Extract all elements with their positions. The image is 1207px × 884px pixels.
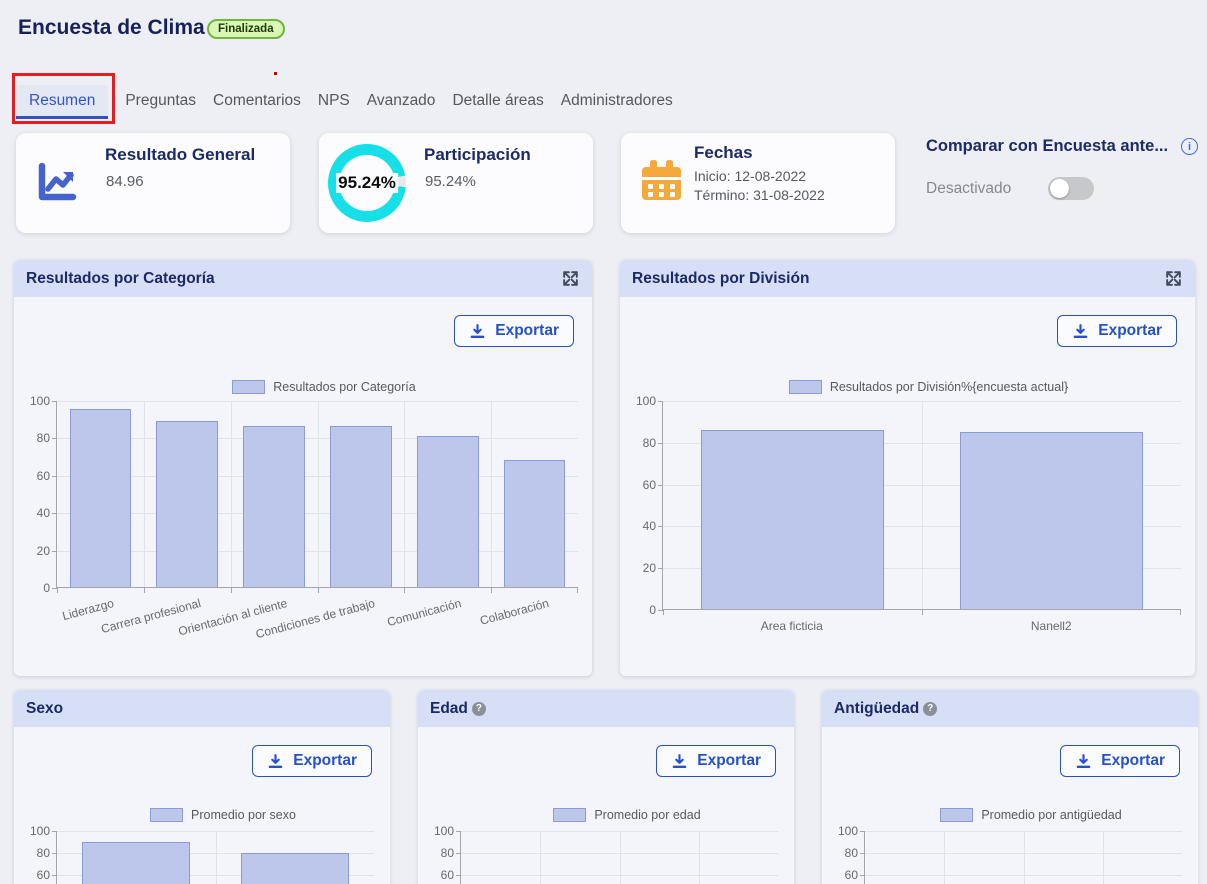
chart-legend: Promedio por antigüedad [864, 807, 1198, 823]
bar-Orientación al cliente[interactable] [243, 426, 305, 587]
panel-header: Antigüedad ? [822, 690, 1198, 727]
status-badge: Finalizada [207, 19, 285, 39]
tab-detalle-áreas[interactable]: Detalle áreas [452, 85, 543, 119]
date-end: Término: 31-08-2022 [694, 186, 825, 205]
tab-avanzado[interactable]: Avanzado [367, 85, 436, 119]
chart-legend: Promedio por sexo [56, 807, 390, 823]
donut-label: 95.24% [336, 173, 398, 193]
panel-division: Resultados por División Exportar Resulta… [620, 260, 1195, 676]
panel-title: Resultados por Categoría [26, 270, 215, 288]
compare-state-label: Desactivado [926, 180, 1011, 198]
expand-icon[interactable] [561, 269, 580, 288]
calendar-icon [638, 157, 685, 204]
x-axis-label: Area ficticia [662, 619, 922, 633]
help-icon[interactable]: ? [472, 702, 486, 716]
panel-title: Sexo [26, 700, 63, 718]
bar-Liderazgo[interactable] [70, 409, 132, 587]
compare-toggle[interactable] [1048, 177, 1094, 200]
dashboard-page: Encuesta de Clima Finalizada Resumen Preg… [0, 0, 1207, 884]
tab-resumen[interactable]: Resumen [16, 85, 108, 119]
panel-header: Resultados por División [620, 260, 1195, 297]
panel-header: Edad ? [418, 690, 794, 727]
expand-icon[interactable] [1164, 269, 1183, 288]
legend-swatch [789, 380, 822, 394]
card-title: Participación [424, 145, 531, 165]
bar-sex-1[interactable] [82, 842, 190, 884]
panel-title: Antigüedad [834, 700, 919, 718]
bar-Condiciones de trabajo[interactable] [330, 426, 392, 587]
card-participacion: 95.24% Participación 95.24% [319, 133, 593, 233]
export-button[interactable]: Exportar [1060, 745, 1180, 777]
panel-title: Resultados por División [632, 270, 809, 288]
card-title: Resultado General [105, 145, 255, 165]
legend-swatch [150, 808, 183, 822]
chart-legend: Promedio por edad [460, 807, 794, 823]
panel-sexo: Sexo Exportar Promedio por sexo 10080604… [14, 690, 390, 884]
panel-header: Sexo [14, 690, 390, 727]
panel-edad: Edad ? Exportar Promedio por edad 100806… [418, 690, 794, 884]
bar-Nanell2[interactable] [960, 432, 1144, 609]
legend-swatch [940, 808, 973, 822]
tabs: Resumen Preguntas Comentarios NPS Avanzado De… [16, 85, 673, 119]
tab-preguntas[interactable]: Preguntas [125, 85, 196, 119]
x-axis-label: Liderazgo [61, 596, 116, 623]
division-bar-chart: 100806040200Area ficticiaNanell2 [636, 401, 1181, 636]
line-chart-icon [33, 159, 81, 207]
x-axis-label: Colaboración [478, 596, 550, 628]
panel-antiguedad: Antigüedad ? Exportar Promedio por antig… [822, 690, 1198, 884]
card-value: 95.24% [425, 173, 476, 190]
export-button[interactable]: Exportar [656, 745, 776, 777]
category-bar-chart: 100806040200LiderazgoCarrera profesional… [30, 401, 578, 650]
tenure-bar-chart: 100806040200 [838, 831, 1182, 884]
tab-nps[interactable]: NPS [318, 85, 350, 119]
export-button[interactable]: Exportar [454, 315, 574, 347]
x-axis-label: Nanell2 [922, 619, 1182, 633]
age-bar-chart: 100806040200 [434, 831, 778, 884]
page-title: Encuesta de Clima [18, 16, 205, 40]
chart-legend: Resultados por Categoría [56, 379, 592, 395]
export-button[interactable]: Exportar [252, 745, 372, 777]
bar-sex-2[interactable] [241, 853, 349, 884]
panel-title: Edad [430, 700, 468, 718]
export-button[interactable]: Exportar [1057, 315, 1177, 347]
legend-swatch [232, 380, 265, 394]
compare-block: Comparar con Encuesta ante... i Desactiv… [926, 137, 1198, 200]
sex-bar-chart: 100806040200 [30, 831, 374, 884]
card-value: 84.96 [106, 173, 144, 190]
participation-donut-chart: 95.24% [328, 144, 406, 222]
bar-Colaboración[interactable] [504, 460, 566, 587]
panel-categoria: Resultados por Categoría Exportar Result… [14, 260, 592, 676]
bar-Carrera profesional[interactable] [156, 421, 218, 587]
compare-title: Comparar con Encuesta ante... [926, 137, 1168, 156]
info-icon[interactable]: i [1181, 138, 1198, 155]
tab-administradores[interactable]: Administradores [561, 85, 673, 119]
annotation-dot [274, 72, 277, 75]
toggle-knob [1050, 179, 1069, 198]
x-axis-label: Comunicación [386, 596, 463, 629]
card-fechas: Fechas Inicio: 12-08-2022 Término: 31-08… [621, 133, 895, 233]
panel-header: Resultados por Categoría [14, 260, 592, 297]
tab-comentarios[interactable]: Comentarios [213, 85, 301, 119]
chart-legend: Resultados por División%{encuesta actual… [662, 379, 1195, 395]
card-resultado-general: Resultado General 84.96 [16, 133, 290, 233]
card-title: Fechas [694, 143, 753, 163]
bar-Area ficticia[interactable] [701, 430, 885, 609]
help-icon[interactable]: ? [923, 702, 937, 716]
legend-swatch [553, 808, 586, 822]
bar-Comunicación[interactable] [417, 436, 479, 587]
date-start: Inicio: 12-08-2022 [694, 167, 806, 186]
